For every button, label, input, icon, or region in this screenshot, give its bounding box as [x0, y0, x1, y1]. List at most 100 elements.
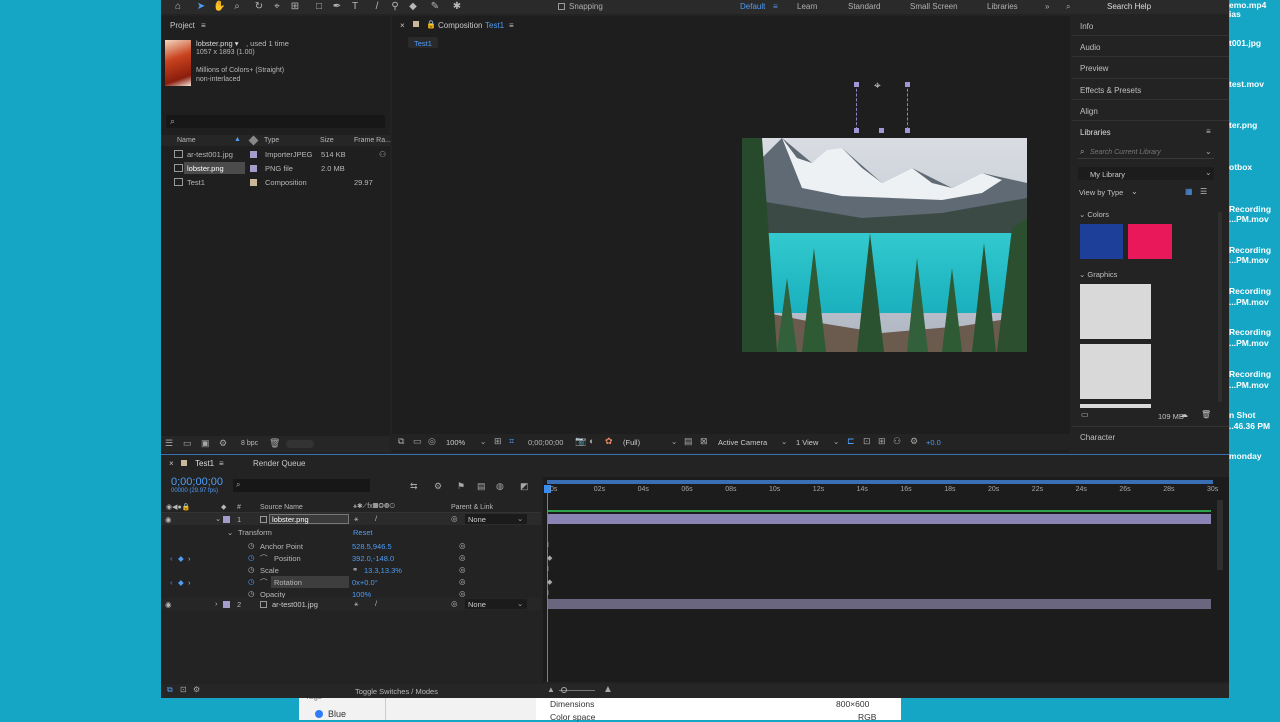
workspace-default[interactable]: Default — [740, 2, 765, 11]
desktop-file-label[interactable]: monday — [1229, 451, 1280, 461]
property-value[interactable]: 13.3,13.3% — [364, 566, 402, 575]
mask-visibility-icon[interactable]: ◎ — [428, 436, 436, 447]
toggle-switches-modes[interactable]: Toggle Switches / Modes — [355, 687, 438, 696]
col-parent-link[interactable]: Parent & Link — [451, 504, 493, 511]
type-tool-icon[interactable]: T — [349, 1, 361, 13]
library-search-input[interactable]: ⌕ Search Current Library ⌄ — [1078, 146, 1214, 159]
chevron-down-icon[interactable]: ⌄ — [215, 514, 221, 523]
transform-handle[interactable] — [905, 82, 910, 87]
project-search-input[interactable]: ⌕ — [166, 115, 385, 128]
view-by-type[interactable]: View by Type — [1079, 188, 1123, 197]
trash-icon[interactable]: 🗑 — [1201, 410, 1211, 419]
layer-bounding-box[interactable] — [856, 84, 908, 130]
chevron-right-icon[interactable]: › — [215, 599, 218, 608]
pan-behind-tool-icon[interactable]: ⊞ — [289, 1, 301, 13]
shy-switch-icon[interactable]: ⚹ — [354, 514, 359, 524]
close-icon[interactable]: × — [400, 21, 405, 30]
desktop-file-label[interactable]: Recording — [1229, 245, 1280, 255]
keyframe-next-icon[interactable]: › — [188, 578, 191, 587]
roto-brush-icon[interactable]: ✎ — [429, 1, 441, 13]
eraser-tool-icon[interactable]: ◆ — [407, 1, 419, 13]
transfer-controls-icon[interactable]: ⊡ — [180, 685, 187, 694]
project-menu-icon[interactable]: ≡ — [201, 21, 206, 30]
resolution[interactable]: (Full) — [623, 438, 640, 447]
monitor-icon[interactable]: ▭ — [413, 436, 422, 447]
keyframe-next-icon[interactable]: › — [188, 554, 191, 563]
search-help-label[interactable]: Search Help — [1107, 2, 1151, 11]
graphics-toggle[interactable]: ⌄ Graphics — [1079, 270, 1117, 279]
comp-breadcrumb[interactable]: Test1 — [408, 37, 438, 48]
comp-menu-icon[interactable]: ≡ — [509, 21, 514, 30]
shy-layers-icon[interactable]: ⚑ — [457, 481, 465, 492]
comp-tab-label[interactable]: Composition — [438, 21, 482, 30]
trash-icon[interactable]: 🗑 — [269, 438, 280, 449]
project-item[interactable]: ar-test001.jpg ImporterJPEG 514 KB ⚇ — [161, 148, 390, 160]
libraries-menu-icon[interactable]: ≡ — [1206, 127, 1211, 136]
pick-whip-icon[interactable]: ◎ — [451, 514, 458, 523]
camera-tool-icon[interactable]: ⌖ — [271, 1, 283, 13]
desktop-file-label[interactable]: ias — [1229, 9, 1280, 19]
workspace-small-screen[interactable]: Small Screen — [910, 2, 958, 11]
effects-presets-panel[interactable]: Effects & Presets — [1080, 86, 1141, 95]
library-select[interactable]: My Library ⌄ — [1078, 167, 1214, 180]
exposure-icon[interactable]: ⚙ — [910, 436, 918, 447]
chevron-down-icon[interactable]: ⌄ — [781, 437, 787, 446]
timeline-tab-comp[interactable]: Test1 — [195, 459, 214, 468]
region-icon[interactable]: ⌗ — [509, 436, 514, 447]
transform-handle[interactable] — [905, 128, 910, 133]
colors-toggle[interactable]: ⌄ Colors — [1079, 210, 1109, 219]
chevron-down-icon[interactable]: ⌄ — [833, 437, 839, 446]
desktop-file-label[interactable]: ...PM.mov — [1229, 380, 1280, 390]
selection-tool-icon[interactable]: ➤ — [195, 1, 207, 13]
search-help-icon[interactable]: ⌕ — [1066, 2, 1070, 12]
frame-blending-icon[interactable]: ▤ — [477, 481, 486, 492]
desktop-file-label[interactable]: otbox — [1229, 162, 1280, 172]
property-marker[interactable]: I — [547, 542, 549, 549]
in-out-icon[interactable]: ⚙ — [193, 685, 200, 694]
draft-3d-icon[interactable]: ⚙ — [434, 481, 442, 492]
graph-icon[interactable]: ⌒ — [260, 553, 268, 564]
workspace-learn[interactable]: Learn — [797, 2, 817, 11]
desktop-file-label[interactable]: ...PM.mov — [1229, 338, 1280, 348]
new-folder-icon[interactable]: ▭ — [183, 438, 192, 449]
comp-mini-flowchart-icon[interactable]: ⇆ — [410, 481, 418, 492]
interpret-footage-icon[interactable]: ☰ — [165, 438, 173, 449]
property-marker[interactable]: I — [547, 590, 549, 597]
motion-blur-icon[interactable]: ◍ — [496, 481, 504, 492]
show-snapshot-icon[interactable]: ◐ — [589, 436, 594, 446]
label-color[interactable] — [223, 601, 230, 608]
character-panel[interactable]: Character — [1080, 433, 1115, 442]
graph-editor-icon[interactable]: ◩ — [520, 481, 529, 492]
timeline-scrollbar[interactable] — [1217, 500, 1223, 570]
label-color[interactable] — [250, 151, 257, 158]
transform-property[interactable]: ‹ ◆ › ◷ ⌒ Rotation 0x+0.0° ◎ — [161, 576, 541, 588]
pick-whip-icon[interactable]: ◎ — [451, 599, 458, 608]
layer-switches-icon[interactable]: ⧉ — [167, 685, 173, 695]
grid-view-icon[interactable]: ▦ — [1185, 187, 1193, 196]
keyframe-prev-icon[interactable]: ‹ — [170, 578, 173, 587]
mountain-lake-image[interactable] — [742, 138, 1027, 352]
zoom-level[interactable]: 100% — [446, 438, 465, 447]
current-timecode[interactable]: 0;00;00;00 — [171, 476, 223, 488]
transform-handle[interactable] — [854, 128, 859, 133]
property-value[interactable]: 528.5,946.5 — [352, 542, 392, 551]
col-frame-rate[interactable]: Frame Ra... — [354, 137, 391, 144]
desktop-file-label[interactable]: t001.jpg — [1229, 38, 1280, 48]
label-color[interactable] — [223, 516, 230, 523]
stopwatch-icon[interactable]: ◷ — [248, 589, 255, 598]
chevron-down-icon[interactable]: ⌄ — [227, 528, 233, 537]
flowchart-icon[interactable]: ⚇ — [893, 436, 901, 447]
parent-select[interactable]: None ⌄ — [465, 599, 527, 609]
transform-handle[interactable] — [854, 82, 859, 87]
zoom-out-icon[interactable]: ▲ — [547, 685, 555, 694]
transform-property[interactable]: ‹ ◆ › ◷ ⌒ Position 392.0,-148.0 ◎ — [161, 552, 541, 564]
eye-icon[interactable]: ◉ — [165, 515, 172, 524]
pick-whip-icon[interactable]: ◎ — [459, 589, 466, 598]
puppet-pin-icon[interactable]: ✱ — [451, 1, 463, 13]
rotate-tool-icon[interactable]: ↻ — [253, 1, 265, 13]
render-queue-tab[interactable]: Render Queue — [253, 459, 305, 468]
folder-icon[interactable]: ▭ — [1081, 410, 1089, 419]
sort-arrow-icon[interactable]: ▲ — [234, 136, 241, 143]
pick-whip-icon[interactable]: ◎ — [459, 553, 466, 562]
col-source-name[interactable]: Source Name — [260, 504, 303, 511]
